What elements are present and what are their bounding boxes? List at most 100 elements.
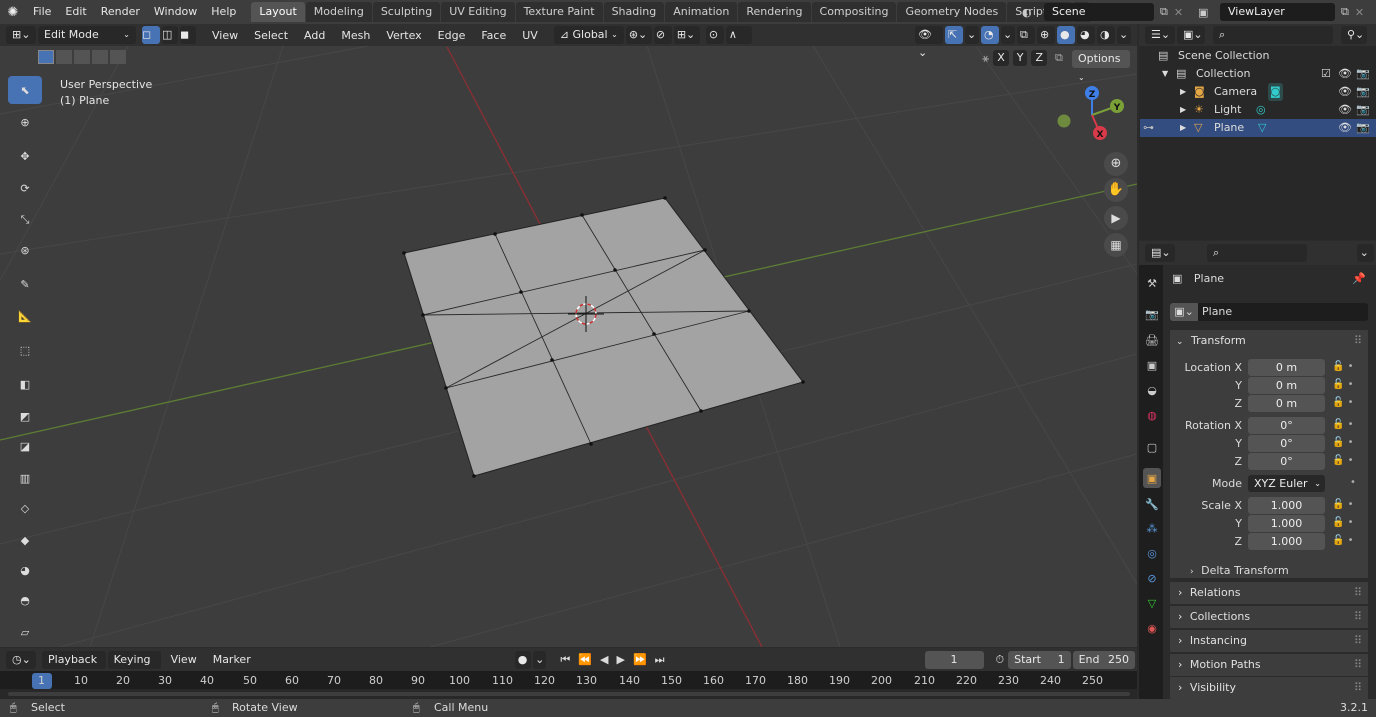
- outliner-editor-type-icon[interactable]: ☰⌄: [1145, 26, 1175, 44]
- proportional-edit-icon[interactable]: ⊙: [705, 26, 724, 44]
- knife-tool-icon[interactable]: ◇: [8, 494, 42, 522]
- menu-file[interactable]: File: [26, 0, 58, 24]
- tab-layout[interactable]: Layout: [251, 2, 305, 22]
- solid-shading-icon[interactable]: ●: [1057, 26, 1075, 44]
- delete-scene-icon[interactable]: ✕: [1174, 6, 1183, 19]
- view-layer-tab-icon[interactable]: ▣: [1143, 355, 1161, 375]
- object-browse-icon[interactable]: ▣⌄: [1170, 303, 1198, 321]
- view-layer-name-field[interactable]: ViewLayer: [1220, 3, 1335, 21]
- overlays-dropdown[interactable]: ⌄: [1001, 26, 1015, 44]
- jump-start-icon[interactable]: ⏮: [556, 653, 574, 667]
- expand-arrow-icon[interactable]: ▼: [1162, 65, 1168, 83]
- location-x-field[interactable]: 0 m: [1248, 359, 1325, 376]
- lock-icon[interactable]: 🔓 •: [1332, 397, 1354, 408]
- snap-target-dropdown[interactable]: ⊞⌄: [673, 26, 700, 44]
- lock-icon[interactable]: 🔓 •: [1332, 499, 1354, 510]
- instancing-panel-header[interactable]: › Instancing ⠿: [1170, 630, 1368, 652]
- wireframe-shading-icon[interactable]: ⊕: [1037, 26, 1055, 44]
- physics-tab-icon[interactable]: ◎: [1143, 543, 1161, 563]
- gizmo-dropdown[interactable]: ⌄: [965, 26, 979, 44]
- drag-handle-icon[interactable]: ⠿: [1354, 582, 1362, 604]
- lock-icon[interactable]: 🔓 •: [1332, 455, 1354, 466]
- scene-selector[interactable]: ◐ Scene ⧉ ✕: [1022, 3, 1192, 21]
- outliner-item-camera[interactable]: ▶ ◙ Camera ◙ 👁 📷: [1140, 83, 1376, 101]
- tab-compositing[interactable]: Compositing: [811, 2, 897, 22]
- edge-select-icon[interactable]: ◫: [162, 26, 178, 44]
- particles-tab-icon[interactable]: ⁂: [1143, 518, 1161, 538]
- material-shading-icon[interactable]: ◕: [1077, 26, 1095, 44]
- face-select-icon[interactable]: ◼: [180, 26, 196, 44]
- tab-uv-editing[interactable]: UV Editing: [441, 2, 515, 22]
- scale-x-field[interactable]: 1.000: [1248, 497, 1325, 514]
- timeline-marker-menu[interactable]: Marker: [205, 653, 259, 666]
- scene-tab-icon[interactable]: ◒: [1143, 380, 1161, 400]
- camera-data-icon[interactable]: ◙: [1268, 83, 1283, 101]
- extrude-tool-icon[interactable]: ◧: [8, 370, 42, 398]
- annotate-tool-icon[interactable]: ✎: [8, 270, 42, 298]
- rotation-y-field[interactable]: 0°: [1248, 435, 1325, 452]
- blender-logo-icon[interactable]: ✺: [0, 5, 26, 20]
- visibility-panel-header[interactable]: › Visibility ⠿: [1170, 677, 1368, 699]
- constraints-tab-icon[interactable]: ⊘: [1143, 568, 1161, 588]
- menu-edge[interactable]: Edge: [430, 29, 474, 42]
- viewport-3d[interactable]: User Perspective (1) Plane ⚹ X Y Z ⧉ Opt…: [0, 24, 1137, 647]
- outliner-item-light[interactable]: ▶ ☀ Light ◎ 👁 📷: [1140, 101, 1376, 119]
- data-tab-icon[interactable]: ▽: [1143, 593, 1161, 613]
- falloff-dropdown[interactable]: ∧: [725, 26, 752, 44]
- shear-tool-icon[interactable]: ▱: [8, 618, 42, 646]
- xray-toggle-icon[interactable]: ⧉: [1017, 26, 1035, 44]
- plane-mesh[interactable]: [403, 197, 804, 477]
- navigation-gizmo[interactable]: Z Y X: [1050, 79, 1134, 149]
- add-cube-tool-icon[interactable]: ⬚: [8, 336, 42, 364]
- gizmo-toggle-icon[interactable]: ⇱: [945, 26, 963, 44]
- menu-view[interactable]: View: [204, 29, 246, 42]
- shading-dropdown[interactable]: ⌄: [1117, 26, 1131, 44]
- snap-toggle-icon[interactable]: ⊘: [653, 26, 672, 44]
- auto-merge-icon[interactable]: ⧉: [1055, 51, 1063, 65]
- lock-icon[interactable]: 🔓 •: [1332, 419, 1354, 430]
- playback-menu[interactable]: Playback ⌄: [42, 650, 106, 683]
- camera-render-icon[interactable]: 📷: [1356, 119, 1370, 137]
- drag-handle-icon[interactable]: ⠿: [1354, 630, 1362, 652]
- select-extend-icon[interactable]: [56, 50, 72, 64]
- location-y-field[interactable]: 0 m: [1248, 377, 1325, 394]
- scale-tool-icon[interactable]: ⤡: [8, 206, 42, 234]
- collection-tab-icon[interactable]: ▢: [1143, 437, 1161, 457]
- measure-tool-icon[interactable]: 📐: [8, 302, 42, 330]
- select-box-tool-icon[interactable]: ⬉: [8, 76, 42, 104]
- pivot-dropdown[interactable]: ⊛⌄: [625, 26, 652, 44]
- relations-panel-header[interactable]: › Relations ⠿: [1170, 582, 1368, 604]
- mirror-z-button[interactable]: Z: [1031, 50, 1048, 66]
- lock-icon[interactable]: 🔓 •: [1332, 535, 1354, 546]
- move-tool-icon[interactable]: ✥: [8, 142, 42, 170]
- mirror-y-button[interactable]: Y: [1012, 50, 1028, 66]
- eye-icon[interactable]: 👁: [1338, 65, 1352, 83]
- menu-select[interactable]: Select: [246, 29, 296, 42]
- prev-keyframe-icon[interactable]: ⏪: [574, 653, 596, 666]
- zoom-icon[interactable]: ⊕: [1104, 152, 1128, 176]
- new-scene-icon[interactable]: ⧉: [1160, 5, 1168, 19]
- delta-transform-subpanel[interactable]: › Delta Transform: [1180, 562, 1366, 580]
- rendered-shading-icon[interactable]: ◑: [1097, 26, 1115, 44]
- mesh-data-icon[interactable]: ▽: [1258, 119, 1266, 137]
- display-mode-icon[interactable]: ▣⌄: [1177, 26, 1205, 44]
- camera-render-icon[interactable]: 📷: [1356, 101, 1370, 119]
- scene-name-field[interactable]: Scene: [1044, 3, 1154, 21]
- current-frame-field[interactable]: 1: [924, 650, 984, 669]
- start-frame-field[interactable]: Start 1: [1008, 650, 1071, 669]
- view-layer-selector[interactable]: ▣ ViewLayer ⧉ ✕: [1198, 3, 1374, 21]
- transform-panel-header[interactable]: ⌄ Transform ⠿: [1170, 330, 1368, 352]
- jump-end-icon[interactable]: ⏭: [651, 653, 669, 667]
- properties-search-field[interactable]: ⌕: [1207, 244, 1307, 262]
- tab-geometry-nodes[interactable]: Geometry Nodes: [897, 2, 1007, 22]
- edit-mode-indicator-icon[interactable]: ⊶: [1143, 119, 1154, 137]
- select-new-icon[interactable]: [38, 50, 54, 64]
- expand-arrow-icon[interactable]: ▶: [1180, 101, 1186, 119]
- record-icon[interactable]: ●: [514, 650, 532, 669]
- scale-z-field[interactable]: 1.000: [1248, 533, 1325, 550]
- modifier-tab-icon[interactable]: 🔧: [1143, 494, 1161, 514]
- menu-render[interactable]: Render: [94, 0, 147, 24]
- drag-handle-icon[interactable]: ⠿: [1354, 330, 1362, 352]
- tab-texture-paint[interactable]: Texture Paint: [515, 2, 603, 22]
- menu-face[interactable]: Face: [473, 29, 514, 42]
